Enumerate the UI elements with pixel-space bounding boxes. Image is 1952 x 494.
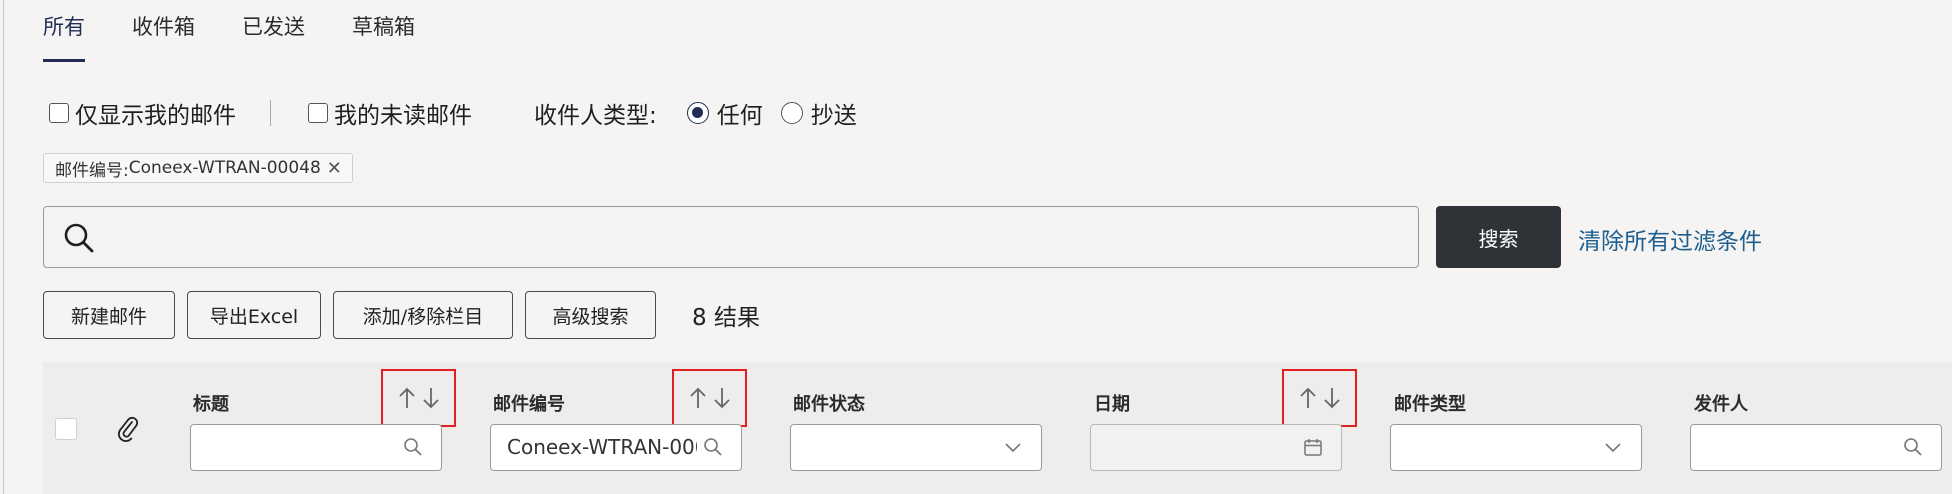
filter-row: 仅显示我的邮件 我的未读邮件 收件人类型: 任何 抄送 (49, 96, 875, 130)
results-number: 8 (692, 305, 707, 331)
calendar-icon[interactable] (1303, 437, 1323, 457)
column-mail-status-header: 邮件状态 (793, 394, 865, 415)
sort-descending-icon[interactable] (421, 386, 441, 410)
tab-drafts[interactable]: 草稿箱 (352, 12, 415, 56)
tab-all[interactable]: 所有 (43, 12, 85, 62)
search-icon (1904, 438, 1922, 456)
mail-number-sort-control[interactable] (672, 369, 747, 427)
my-unread-checkbox[interactable] (308, 103, 328, 123)
search-icon (64, 223, 94, 253)
tab-bar: 所有 收件箱 已发送 草稿箱 (43, 12, 462, 62)
recipient-cc-radio[interactable] (780, 102, 803, 124)
only-mine-filter[interactable]: 仅显示我的邮件 (49, 96, 236, 130)
column-title-header: 标题 (193, 394, 229, 415)
clear-filters-link[interactable]: 清除所有过滤条件 (1578, 222, 1762, 256)
active-filter-chip: 邮件编号: Coneex-WTRAN-00048 ✕ (43, 153, 353, 183)
sort-ascending-icon[interactable] (688, 386, 708, 410)
sort-ascending-icon[interactable] (397, 386, 417, 410)
column-mail-type-header: 邮件类型 (1394, 394, 1466, 415)
mail-number-filter-value: Coneex-WTRAN-000 (507, 435, 697, 459)
chip-remove-icon[interactable]: ✕ (327, 158, 342, 179)
my-unread-label: 我的未读邮件 (334, 103, 472, 129)
search-bar (43, 206, 1419, 268)
sort-ascending-icon[interactable] (1298, 386, 1318, 410)
title-filter-field[interactable] (190, 424, 442, 471)
date-sort-control[interactable] (1282, 369, 1357, 427)
recipient-any-option[interactable]: 任何 (686, 96, 763, 130)
toolbar: 新建邮件 导出Excel 添加/移除栏目 高级搜索 8 结果 (43, 291, 760, 339)
recipient-any-radio[interactable] (686, 102, 709, 124)
search-icon (704, 438, 722, 456)
results-count: 8 结果 (692, 298, 760, 332)
select-all-checkbox[interactable] (55, 418, 77, 440)
new-mail-button[interactable]: 新建邮件 (43, 291, 175, 339)
mail-number-filter-field[interactable]: Coneex-WTRAN-000 (490, 424, 742, 471)
recipient-cc-option[interactable]: 抄送 (780, 96, 857, 130)
attachment-icon (117, 416, 139, 442)
sort-descending-icon[interactable] (712, 386, 732, 410)
column-mail-number-header: 邮件编号 (493, 394, 565, 415)
only-mine-label: 仅显示我的邮件 (75, 103, 236, 129)
export-excel-button[interactable]: 导出Excel (187, 291, 321, 339)
chevron-down-icon (1005, 443, 1021, 453)
search-icon (404, 438, 422, 456)
recipient-any-label: 任何 (716, 103, 763, 129)
advanced-search-button[interactable]: 高级搜索 (525, 291, 656, 339)
column-date-header: 日期 (1094, 394, 1130, 415)
search-button[interactable]: 搜索 (1436, 206, 1561, 268)
mail-status-filter-select[interactable] (790, 424, 1042, 471)
sender-filter-field[interactable] (1690, 424, 1942, 471)
recipient-cc-label: 抄送 (810, 103, 857, 129)
title-sort-control[interactable] (381, 369, 456, 427)
column-sender-header: 发件人 (1694, 394, 1748, 415)
mail-type-filter-select[interactable] (1390, 424, 1642, 471)
tab-sent[interactable]: 已发送 (242, 12, 305, 56)
chevron-down-icon (1605, 443, 1621, 453)
chip-value: Coneex-WTRAN-00048 (128, 158, 321, 178)
my-unread-filter[interactable]: 我的未读邮件 (308, 96, 472, 130)
sort-descending-icon[interactable] (1322, 386, 1342, 410)
filter-separator (270, 100, 271, 126)
only-mine-checkbox[interactable] (49, 103, 69, 123)
results-label: 结果 (713, 305, 760, 331)
search-input[interactable] (116, 215, 1400, 261)
tab-inbox[interactable]: 收件箱 (132, 12, 195, 56)
left-border (3, 0, 4, 494)
add-remove-columns-button[interactable]: 添加/移除栏目 (333, 291, 513, 339)
recipient-type-label: 收件人类型: (534, 103, 657, 129)
chip-label: 邮件编号: (55, 160, 129, 181)
date-filter-field[interactable] (1090, 424, 1342, 471)
